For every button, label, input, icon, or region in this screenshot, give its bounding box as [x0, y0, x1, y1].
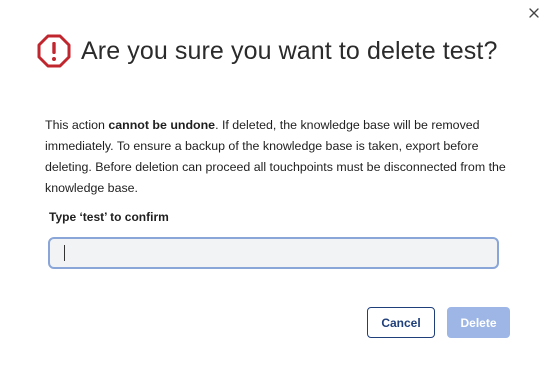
confirm-input[interactable] [48, 237, 499, 269]
close-button[interactable] [524, 3, 544, 23]
dialog-header: Are you sure you want to delete test? [37, 34, 497, 68]
description-emphasis: cannot be undone [108, 118, 216, 132]
confirm-label: Type ‘test’ to confirm [49, 210, 169, 224]
text-caret [64, 245, 65, 261]
delete-confirmation-dialog: Are you sure you want to delete test? Th… [0, 0, 549, 375]
close-icon [529, 8, 539, 18]
description-text-start: This action [45, 118, 109, 132]
cancel-button[interactable]: Cancel [367, 307, 435, 338]
delete-button[interactable]: Delete [447, 307, 510, 338]
dialog-description: This action cannot be undone. If deleted… [45, 115, 515, 199]
dialog-title: Are you sure you want to delete test? [81, 36, 498, 65]
warning-octagon-icon [37, 34, 71, 68]
